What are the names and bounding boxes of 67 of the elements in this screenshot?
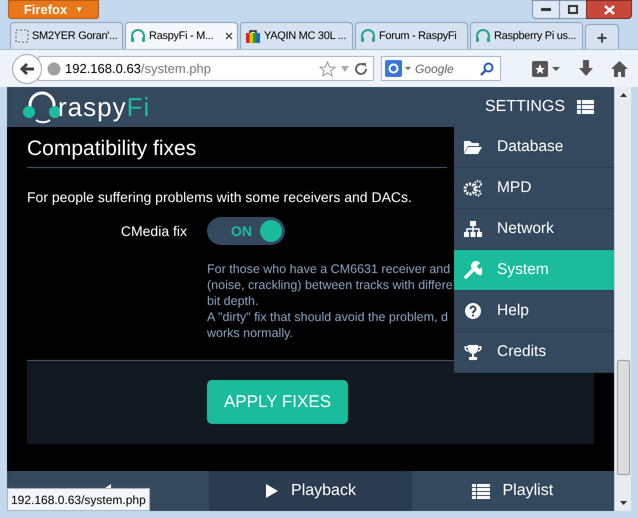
back-button[interactable]	[12, 54, 42, 84]
close-button[interactable]	[586, 0, 632, 19]
section-title: Compatibility fixes	[27, 136, 196, 162]
back-arrow-icon	[19, 62, 35, 76]
search-icon[interactable]	[480, 62, 494, 76]
scrollbar[interactable]	[614, 87, 631, 511]
settings-menu-item[interactable]: Credits	[454, 332, 614, 372]
description-line: works normally.	[207, 325, 293, 341]
browser-tab[interactable]: YAQIN MC 30L ...	[240, 22, 353, 49]
bookmarks-icon[interactable]	[531, 60, 561, 78]
tab-title: Raspberry Pi us...	[494, 28, 576, 44]
search-bar[interactable]: Google	[381, 56, 501, 81]
description-line: For those who have a CM6631 receiver and	[207, 261, 450, 277]
settings-menu-item[interactable]: MPD	[454, 168, 614, 208]
url-text: 192.168.0.63/system.php	[65, 60, 211, 78]
browser-tab[interactable]: Raspberry Pi us...	[470, 22, 583, 49]
tab-title: Forum - RaspyFi	[379, 28, 456, 44]
search-field[interactable]: Google	[415, 60, 477, 78]
wrench-icon	[464, 261, 482, 279]
setting-label: CMedia fix	[120, 222, 187, 240]
restore-icon	[568, 5, 578, 14]
address-bar[interactable]: 192.168.0.63/system.php	[38, 56, 374, 81]
star-icon[interactable]	[319, 60, 336, 76]
headphones-icon	[475, 29, 491, 43]
description-line: bit depth.	[207, 293, 258, 309]
headphones-icon	[360, 29, 376, 43]
search-engine-icon[interactable]	[385, 60, 412, 77]
scroll-thumb[interactable]	[616, 360, 630, 475]
bag-icon	[245, 28, 261, 44]
minimize-icon	[541, 8, 551, 12]
home-icon[interactable]	[611, 60, 628, 76]
browser-tab[interactable]: SM2YER Goran'...	[10, 22, 123, 49]
reload-icon[interactable]	[354, 62, 368, 76]
minimize-button[interactable]	[532, 0, 560, 19]
play-icon	[265, 483, 280, 499]
download-icon[interactable]	[579, 60, 593, 77]
bottom-nav-tab[interactable]: Playback	[209, 471, 412, 511]
settings-menu-button[interactable]: SETTINGS	[484, 95, 594, 119]
trophy-icon	[464, 344, 482, 360]
settings-menu-item[interactable]: Network	[454, 209, 614, 249]
list-icon	[577, 100, 594, 114]
status-url-tooltip: 192.168.0.63/system.php	[7, 488, 150, 511]
close-icon	[604, 4, 614, 14]
help-icon	[465, 303, 481, 319]
browser-tab[interactable]: RaspyFi - M...	[125, 22, 238, 49]
logo-text: raspyFi	[58, 94, 150, 120]
tab-title: RaspyFi - M...	[149, 28, 214, 44]
new-tab-button[interactable]: +	[585, 24, 619, 49]
description-line: A "dirty" fix that should avoid the problem, d	[207, 309, 448, 325]
tab-title: YAQIN MC 30L ...	[264, 28, 346, 44]
browser-tab[interactable]: Forum - RaspyFi	[355, 22, 468, 49]
maximize-button[interactable]	[560, 0, 586, 19]
close-tab-icon[interactable]	[225, 32, 233, 40]
headphones-icon	[130, 29, 146, 43]
page-icon	[15, 29, 29, 43]
settings-menu-item[interactable]: Help	[454, 291, 614, 331]
intro-text: For people suffering problems with some receivers and DACs.	[27, 188, 413, 206]
description-line: (noise, crackling) between tracks with differe	[207, 277, 453, 293]
sitemap-icon	[464, 221, 482, 237]
settings-menu-item[interactable]: Database	[454, 127, 614, 167]
tab-title: SM2YER Goran'...	[32, 28, 118, 44]
globe-icon	[47, 62, 61, 76]
gears-icon	[463, 179, 483, 197]
bottom-nav-tab[interactable]: Playlist	[412, 471, 614, 511]
list-icon	[472, 484, 490, 498]
toggle-switch[interactable]: ON	[207, 217, 285, 245]
folder-icon	[463, 139, 483, 155]
